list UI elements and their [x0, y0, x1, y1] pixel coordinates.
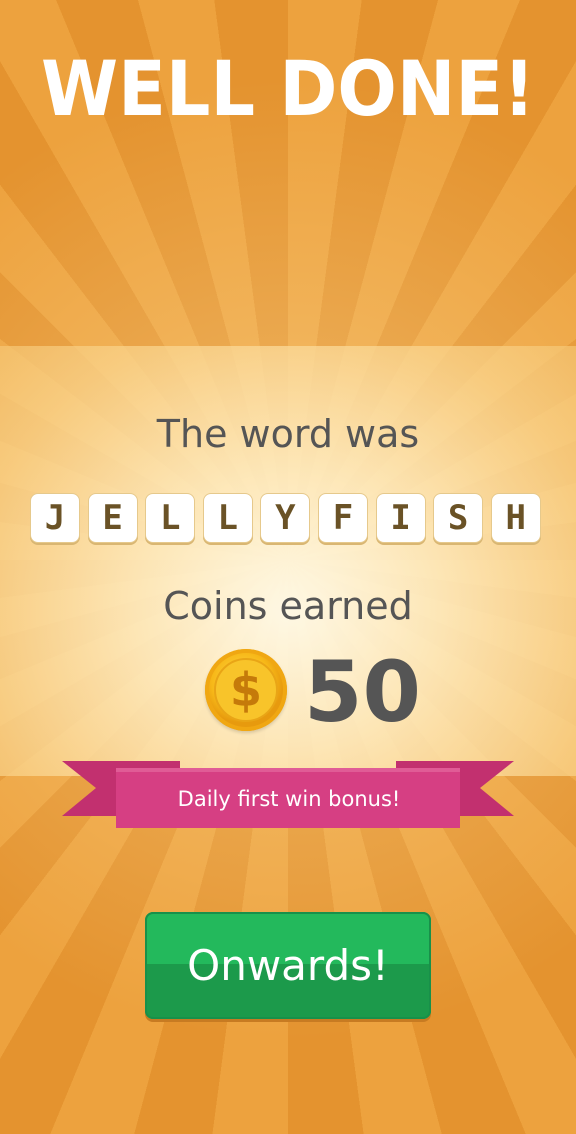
onwards-button[interactable]: Onwards! — [145, 912, 431, 1019]
word-was-label: The word was — [156, 412, 420, 456]
daily-bonus-label: Daily first win bonus! — [177, 787, 401, 811]
page-title: WELL DONE! — [41, 44, 535, 133]
letter-tile: L — [145, 493, 196, 543]
coins-earned-value: 50 — [304, 643, 421, 741]
letter-tile: L — [202, 493, 253, 543]
answer-word-tiles: J E L L Y F I S H — [30, 493, 548, 545]
letter-tile: E — [87, 493, 138, 543]
letter-tile: F — [317, 493, 368, 543]
letter-tile: J — [30, 493, 80, 543]
letter-tile: I — [375, 493, 426, 543]
letter-tile: S — [433, 493, 484, 543]
dollar-coin-icon: $ — [205, 649, 287, 731]
letter-tile: Y — [260, 493, 311, 543]
coins-earned-label: Coins earned — [163, 584, 413, 628]
coin-symbol: $ — [214, 658, 278, 722]
letter-tile: H — [490, 493, 541, 543]
